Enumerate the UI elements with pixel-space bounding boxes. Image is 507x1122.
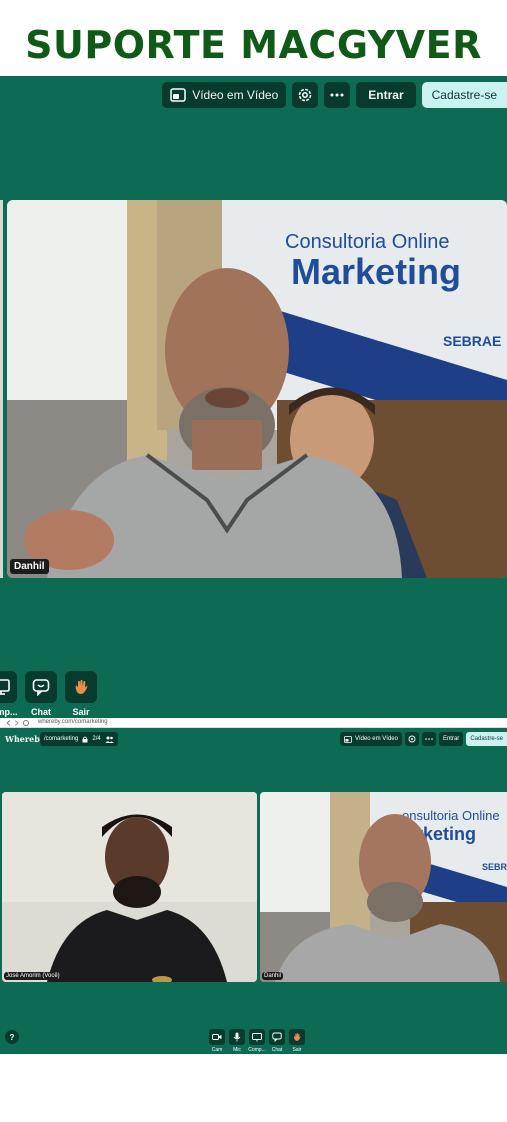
microphone-label: Mic (233, 1047, 241, 1053)
enter-button-small[interactable]: Entrar (438, 732, 464, 746)
chat-icon (272, 1032, 282, 1042)
more-options-button[interactable] (324, 82, 351, 108)
room-info[interactable]: /comarketing 2/4 (40, 732, 118, 746)
settings-button-small[interactable] (404, 732, 419, 746)
chat-icon (32, 678, 50, 696)
browser-url: whereby.com/comarketing (38, 719, 108, 725)
gear-icon (297, 87, 313, 103)
share-screen-button-small[interactable]: Comp... (248, 1029, 266, 1053)
more-dots-icon (425, 738, 433, 740)
leave-label: Sair (72, 707, 90, 717)
chat-button-small[interactable]: Chat (269, 1029, 285, 1053)
microphone-icon (233, 1032, 241, 1042)
pip-label-small: Vídeo em Vídeo (354, 736, 398, 742)
browser-address-bar[interactable]: whereby.com/comarketing (0, 718, 507, 728)
share-screen-button[interactable]: Comp... (0, 671, 18, 717)
page-title: SUPORTE MACGYVER (25, 23, 482, 67)
microphone-button[interactable]: Mic (229, 1029, 245, 1053)
camera-icon (212, 1033, 222, 1041)
meeting-room-bottom: Whereby /comarketing 2/4 Vídeo em Vídeo (0, 728, 507, 1054)
share-screen-label: Comp... (0, 707, 18, 717)
wave-hand-icon (72, 678, 90, 696)
help-button[interactable]: ? (5, 1030, 19, 1044)
adjacent-video-edge (0, 200, 3, 578)
bottom-control-bar: Cam Mic Comp... Chat Sair (209, 1029, 305, 1053)
share-screen-label: Comp... (248, 1047, 266, 1053)
gear-icon (408, 735, 416, 743)
participant-video-danhil[interactable]: Consultoria Online Marketing SEBRAE Danh… (7, 200, 507, 578)
video-frame-image: onsultoria Online arketing SEBR (260, 792, 507, 982)
screen-share-icon (0, 679, 10, 695)
banner-line1: onsultoria Online (402, 808, 500, 823)
room-name: /comarketing (44, 736, 79, 742)
video-frame-image: Consultoria Online Marketing SEBRAE (7, 200, 507, 578)
participant-video-jose[interactable]: José Amorim (Você) (2, 792, 257, 982)
more-options-button-small[interactable] (421, 732, 436, 746)
wave-hand-icon (292, 1032, 302, 1042)
leave-button[interactable]: Sair (65, 671, 97, 717)
picture-in-picture-icon (170, 88, 186, 102)
picture-in-picture-button[interactable]: Vídeo em Vídeo (162, 82, 287, 108)
screenshot-root: SUPORTE MACGYVER Vídeo em Vídeo Entrar C… (0, 0, 507, 1122)
whereby-logo: Whereby (5, 734, 45, 744)
video-frame-image (2, 792, 257, 982)
more-dots-icon (330, 93, 344, 97)
picture-in-picture-icon (344, 735, 352, 743)
banner-line1: Consultoria Online (285, 231, 450, 253)
participant-name-tag: José Amorim (Você) (4, 972, 62, 980)
browser-nav-icons (6, 720, 29, 726)
picture-in-picture-label: Vídeo em Vídeo (192, 88, 279, 102)
banner-brand: SEBRAE (443, 333, 501, 349)
people-icon (105, 736, 114, 743)
lock-icon (82, 736, 88, 743)
participant-count: 2/4 (92, 736, 101, 742)
leave-label: Sair (292, 1047, 302, 1053)
chat-button[interactable]: Chat (25, 671, 57, 717)
top-control-bar: Comp... Chat Sair (0, 671, 97, 717)
signup-button[interactable]: Cadastre-se (421, 82, 507, 108)
camera-button[interactable]: Cam (209, 1029, 225, 1053)
screen-share-icon (252, 1032, 262, 1042)
bottom-top-bar: Whereby /comarketing 2/4 Vídeo em Vídeo (0, 732, 507, 746)
signup-button-small[interactable]: Cadastre-se (466, 732, 507, 746)
chat-label: Chat (31, 707, 51, 717)
top-toolbar: Vídeo em Vídeo Entrar Cadastre-se (162, 82, 507, 108)
participant-video-danhil-small[interactable]: onsultoria Online arketing SEBR Danhil (260, 792, 507, 982)
meeting-room-top: Vídeo em Vídeo Entrar Cadastre-se Consul… (0, 76, 507, 718)
enter-button[interactable]: Entrar (356, 82, 416, 108)
participant-name-tag: Danhil (262, 972, 284, 980)
camera-label: Cam (211, 1047, 223, 1053)
participant-name-tag: Danhil (10, 559, 49, 574)
pip-button-small[interactable]: Vídeo em Vídeo (339, 732, 402, 746)
leave-button-small[interactable]: Sair (289, 1029, 305, 1053)
settings-button[interactable] (292, 82, 319, 108)
banner-line2: Marketing (291, 251, 461, 292)
bottom-toolbar: Vídeo em Vídeo Entrar Cadastre-se (339, 732, 507, 746)
chat-label: Chat (271, 1047, 283, 1053)
banner-brand: SEBR (482, 862, 507, 872)
